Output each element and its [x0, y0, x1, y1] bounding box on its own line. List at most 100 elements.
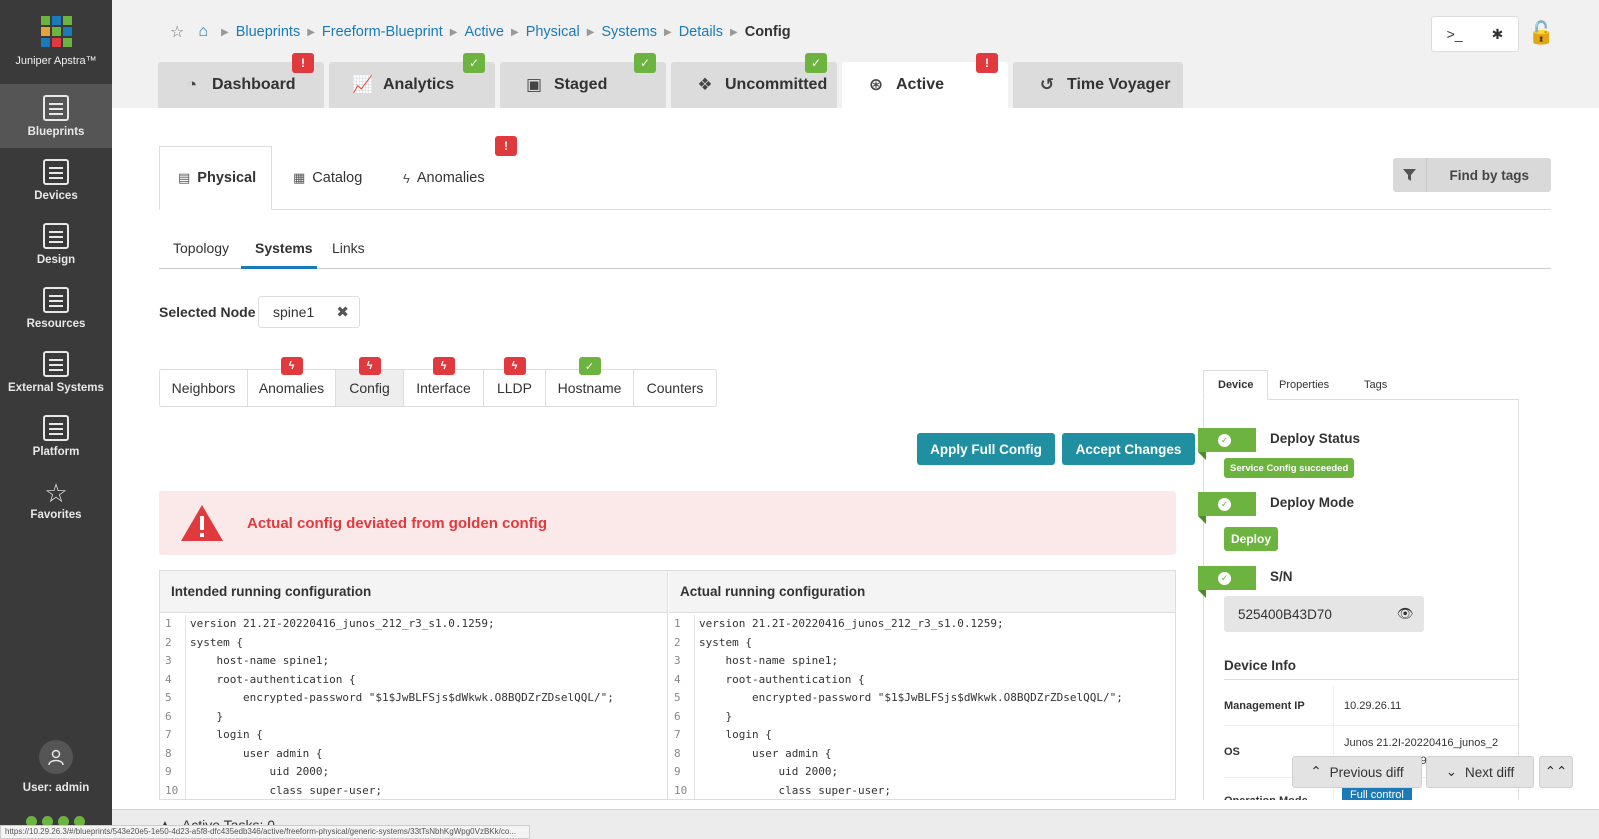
tab-neighbors[interactable]: Neighbors: [160, 370, 248, 406]
alert-text: Actual config deviated from golden confi…: [247, 514, 548, 532]
tab-label: Staged: [554, 76, 608, 93]
unlock-icon[interactable]: 🔓: [1528, 20, 1555, 46]
code-line: 9 uid 2000;: [160, 763, 667, 782]
code-line: 3 host-name spine1;: [669, 652, 1175, 671]
resources-icon: [43, 286, 69, 313]
tab-properties[interactable]: Properties: [1279, 370, 1329, 400]
node-tabs: Neighbors ϟ Anomalies ϟ Config ϟ Interfa…: [159, 357, 717, 407]
tab-uncommitted[interactable]: ❖ Uncommitted ✓: [671, 53, 837, 108]
tab-staged[interactable]: ▣ Staged ✓: [500, 53, 666, 108]
tab-dashboard[interactable]: ◔ Dashboard !: [158, 53, 324, 108]
top-bar: ☆ ⌂ ▶ Blueprints ▶ Freeform-Blueprint ▶ …: [112, 0, 1599, 108]
nav-blueprints[interactable]: Blueprints: [0, 84, 112, 148]
main-tabs: ◔ Dashboard ! 📈 Analytics ✓ ▣ Staged ✓ ❖…: [158, 53, 1188, 108]
breadcrumb-active[interactable]: Active: [464, 24, 504, 40]
find-by-tags-label: Find by tags: [1449, 167, 1529, 183]
find-by-tags-button[interactable]: Find by tags: [1393, 158, 1551, 192]
tab-catalog[interactable]: ▦ Catalog: [275, 146, 380, 210]
favorite-star-icon[interactable]: ☆: [170, 22, 184, 42]
breadcrumb-physical[interactable]: Physical: [526, 24, 580, 40]
tab-hostname[interactable]: ✓ Hostname: [546, 357, 634, 406]
deploy-mode-title: Deploy Mode: [1270, 495, 1355, 510]
actual-config-pane[interactable]: Actual running configuration 1 version 21…: [669, 571, 1175, 799]
nav-external-systems[interactable]: External Systems: [0, 340, 112, 404]
apply-full-config-button[interactable]: Apply Full Config: [917, 433, 1055, 465]
tab-label: Dashboard: [212, 76, 296, 93]
tab-analytics[interactable]: 📈 Analytics ✓: [329, 53, 495, 108]
breadcrumb-separator-icon: ▶: [221, 26, 229, 38]
code-line: 9 uid 2000;: [669, 763, 1175, 782]
info-value: 10.29.26.11: [1344, 699, 1402, 712]
code-line: 6 }: [160, 707, 667, 726]
breadcrumb-blueprints[interactable]: Blueprints: [236, 24, 300, 40]
tab-label: Analytics: [383, 76, 455, 93]
tab-lldp[interactable]: ϟ LLDP: [484, 357, 546, 406]
tab-active[interactable]: ⊛ Active !: [842, 53, 1008, 108]
tab-device[interactable]: Device: [1203, 370, 1269, 400]
info-key: Operation Mode: [1224, 786, 1334, 800]
nav-favorites[interactable]: ☆ Favorites: [0, 468, 112, 532]
tab-label: Counters: [646, 380, 704, 396]
breadcrumb-details[interactable]: Details: [679, 24, 723, 40]
nav-devices[interactable]: Devices: [0, 148, 112, 212]
juniper-logo-icon: [40, 16, 72, 47]
bolt-badge-icon: ϟ: [503, 357, 526, 375]
tab-time-voyager[interactable]: ↺ Time Voyager: [1013, 62, 1183, 108]
nav-label: Blueprints: [27, 125, 85, 138]
tab-tags[interactable]: Tags: [1364, 370, 1387, 400]
scroll-top-button[interactable]: ⌃⌃: [1539, 756, 1573, 788]
breadcrumb-freeform-blueprint[interactable]: Freeform-Blueprint: [322, 24, 443, 40]
user-icon: [48, 749, 64, 766]
tab-physical[interactable]: ▤ Physical: [159, 146, 272, 210]
history-icon: ↺: [1039, 75, 1055, 94]
breadcrumb-separator-icon: ▶: [730, 26, 738, 38]
intended-config-pane[interactable]: Intended running configuration 1 version …: [160, 571, 668, 799]
eye-icon[interactable]: 👁: [1397, 606, 1414, 622]
platform-icon: [43, 414, 69, 441]
terminal-icon[interactable]: >_: [1447, 26, 1463, 42]
double-chevron-up-icon: ⌃⌃: [1544, 764, 1568, 779]
user-menu[interactable]: User: admin: [0, 740, 112, 794]
tab-counters[interactable]: Counters: [634, 370, 716, 406]
chevron-up-icon: ⌃: [1310, 764, 1322, 779]
breadcrumb-separator-icon: ▶: [586, 26, 595, 38]
nav-design[interactable]: Design: [0, 212, 112, 276]
anomaly-badge-icon: !: [292, 53, 314, 73]
avatar: [39, 740, 73, 774]
check-icon: ✓: [1218, 433, 1231, 447]
close-icon[interactable]: ✖: [336, 303, 349, 321]
tab-label: Hostname: [557, 380, 622, 396]
accept-changes-button[interactable]: Accept Changes: [1062, 433, 1195, 465]
systems-tabs: Topology Systems Links: [159, 240, 1551, 269]
info-key: Management IP: [1224, 686, 1334, 725]
tab-node-anomalies[interactable]: ϟ Anomalies: [248, 357, 336, 406]
tab-systems[interactable]: Systems: [241, 240, 317, 269]
app-logo[interactable]: Juniper Apstra™: [0, 0, 112, 84]
tab-label: Config: [349, 380, 390, 396]
nav-label: Favorites: [30, 508, 82, 521]
code-line: 2 system {: [160, 633, 667, 652]
sn-value: 525400B43D70: [1238, 606, 1332, 622]
tab-anomalies[interactable]: ϟ Anomalies: [385, 146, 503, 210]
nav-resources[interactable]: Resources: [0, 276, 112, 340]
breadcrumb-separator-icon: ▶: [510, 26, 519, 38]
code-line: 8 user admin {: [669, 744, 1175, 763]
bug-icon[interactable]: ✱: [1492, 26, 1504, 43]
tab-label: Catalog: [312, 170, 363, 186]
active-icon: ⊛: [868, 75, 884, 94]
breadcrumb-separator-icon: ▶: [449, 26, 458, 38]
tab-topology[interactable]: Topology: [173, 240, 243, 269]
home-icon[interactable]: ⌂: [198, 23, 208, 41]
code-line: 2 system {: [669, 633, 1175, 652]
nav-platform[interactable]: Platform: [0, 404, 112, 468]
deploy-mode-badge[interactable]: Deploy: [1224, 527, 1278, 551]
info-row-management-ip: Management IP 10.29.26.11: [1224, 686, 1518, 726]
previous-diff-button[interactable]: ⌃ Previous diff: [1292, 756, 1422, 788]
staged-icon: ▣: [525, 75, 543, 94]
tab-interface[interactable]: ϟ Interface: [404, 357, 484, 406]
next-diff-button[interactable]: ⌄ Next diff: [1426, 756, 1534, 788]
tab-links[interactable]: Links: [332, 240, 382, 269]
breadcrumb-systems[interactable]: Systems: [601, 24, 657, 40]
external-systems-icon: [43, 350, 69, 377]
tab-config[interactable]: ϟ Config: [336, 357, 404, 406]
